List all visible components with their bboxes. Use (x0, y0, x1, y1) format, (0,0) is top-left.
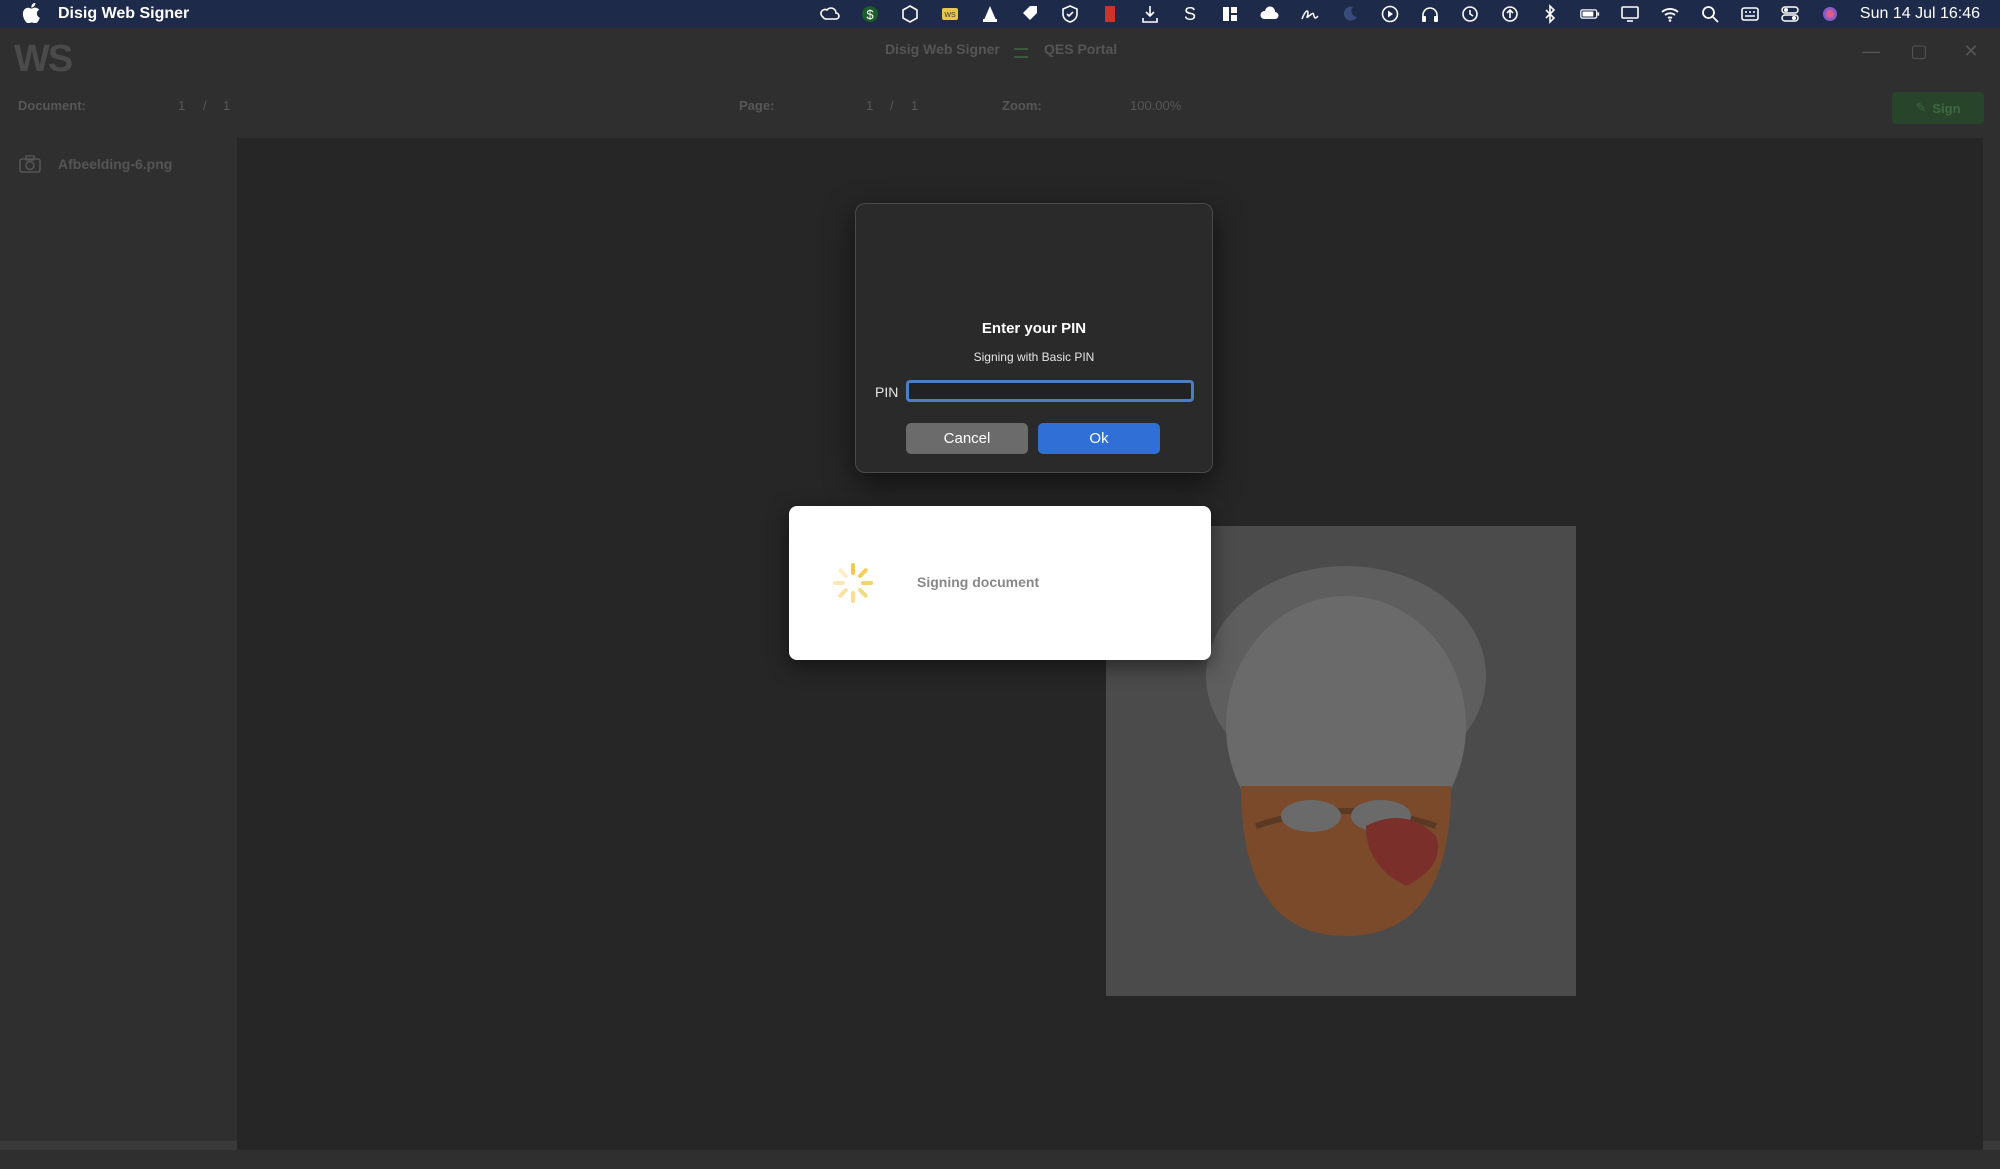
bluetooth-icon[interactable] (1530, 0, 1570, 28)
clock-icon[interactable] (1450, 0, 1490, 28)
maximize-icon[interactable]: ▢ (1908, 40, 1930, 62)
svg-text:S: S (1184, 4, 1196, 24)
creative-cloud-icon[interactable] (810, 0, 850, 28)
sign-button-label: Sign (1932, 100, 1961, 116)
window-titlebar: WS Disig Web Signer QES Portal — ▢ ✕ (0, 28, 2000, 80)
pin-label: PIN (875, 384, 899, 400)
signing-progress-panel: Signing document (789, 506, 1211, 660)
vlc-icon[interactable] (970, 0, 1010, 28)
pin-input[interactable] (906, 380, 1194, 402)
play-icon[interactable] (1370, 0, 1410, 28)
menubar-clock[interactable]: Sun 14 Jul 16:46 (1860, 5, 1980, 23)
document-current[interactable]: 1 (178, 98, 185, 113)
control-center-icon[interactable] (1770, 0, 1810, 28)
signature-icon[interactable] (1290, 0, 1330, 28)
status-icons: $ WS S (810, 0, 1850, 28)
box-icon[interactable] (890, 0, 930, 28)
sign-button[interactable]: ✎ Sign (1892, 92, 1984, 124)
app-menu-name[interactable]: Disig Web Signer (58, 5, 189, 23)
document-total: 1 (223, 98, 231, 113)
s-icon[interactable]: S (1170, 0, 1210, 28)
search-icon[interactable] (1690, 0, 1730, 28)
pin-dialog-title: Enter your PIN (981, 320, 1087, 337)
ok-button[interactable]: Ok (1038, 423, 1160, 454)
menu-bar: Disig Web Signer $ WS S Sun 14 Jul 16:46 (0, 0, 2000, 28)
siri-icon[interactable] (1810, 0, 1850, 28)
document-separator: / (203, 98, 207, 113)
pen-icon: ✎ (1915, 100, 1927, 115)
window-subtitle: QES Portal (1044, 41, 1118, 57)
headphones-icon[interactable] (1410, 0, 1450, 28)
status-strip (0, 1150, 2000, 1169)
page-separator: / (890, 98, 894, 113)
battery-icon[interactable] (1570, 0, 1610, 28)
pin-dialog-subtitle: Signing with Basic PIN (973, 350, 1095, 364)
camera-icon (19, 155, 41, 173)
shield-icon[interactable] (1050, 0, 1090, 28)
dollar-icon[interactable]: $ (850, 0, 890, 28)
page-label: Page: (739, 98, 775, 113)
cancel-button[interactable]: Cancel (906, 423, 1028, 454)
cloud-icon[interactable] (1250, 0, 1290, 28)
keyboard-icon[interactable] (1730, 0, 1770, 28)
zoom-label: Zoom: (1002, 98, 1042, 113)
file-list-item[interactable]: Afbeelding-6.png (18, 154, 172, 174)
apple-icon[interactable] (22, 3, 40, 23)
moon-icon[interactable] (1330, 0, 1370, 28)
document-sidebar: Afbeelding-6.png (0, 138, 236, 1138)
loading-spinner-icon (833, 563, 873, 603)
app-logo: WS (14, 38, 73, 80)
download-icon[interactable] (1130, 0, 1170, 28)
document-label: Document: (18, 98, 86, 113)
title-separator-icon (1014, 48, 1028, 58)
minimize-icon[interactable]: — (1860, 40, 1882, 62)
pin-dialog: Enter your PIN Signing with Basic PIN PI… (855, 203, 1213, 473)
svg-text:$: $ (866, 7, 874, 22)
page-total: 1 (911, 98, 919, 113)
window-title: Disig Web Signer (885, 41, 1000, 57)
info-icon[interactable] (1490, 0, 1530, 28)
grid-icon[interactable] (1210, 0, 1250, 28)
tag-icon[interactable] (1010, 0, 1050, 28)
toolbar: Document: 1 / 1 Page: 1 / 1 Zoom: 100.00… (0, 78, 2000, 128)
file-name: Afbeelding-6.png (58, 156, 173, 172)
ws-icon[interactable]: WS (930, 0, 970, 28)
page-current[interactable]: 1 (866, 98, 873, 113)
display-icon[interactable] (1610, 0, 1650, 28)
signing-status-text: Signing document (917, 574, 1040, 590)
zoom-value[interactable]: 100.00% (1130, 98, 1181, 113)
svg-text:WS: WS (944, 12, 956, 19)
wifi-icon[interactable] (1650, 0, 1690, 28)
close-icon[interactable]: ✕ (1960, 40, 1982, 62)
bookmark-icon[interactable] (1090, 0, 1130, 28)
